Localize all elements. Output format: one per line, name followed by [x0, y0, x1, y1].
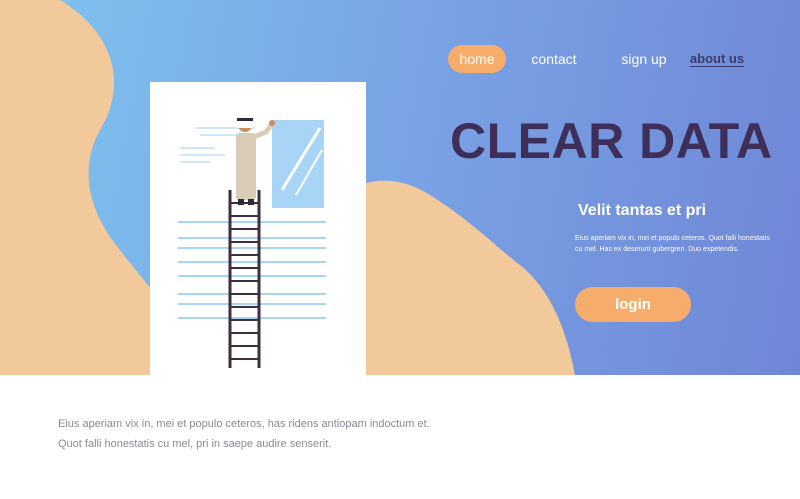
page-title: CLEAR DATA — [450, 113, 773, 169]
nav-contact-link[interactable]: contact — [520, 45, 588, 73]
footer-line-2: Quot falli honestatis cu mel, pri in sae… — [58, 438, 332, 450]
page-subtitle: Velit tantas et pri — [578, 202, 707, 219]
login-button[interactable]: login — [575, 287, 691, 322]
nav-signup-link[interactable]: sign up — [610, 45, 678, 73]
hero-section: home contact sign up about us CLEAR DATA… — [0, 0, 800, 375]
footer-line-1: Eius aperiam vix in, mei et populo ceter… — [58, 418, 430, 430]
hero-description: Eius aperiam vix in, mei et populo ceter… — [575, 235, 770, 253]
footer-text: Eius aperiam vix in, mei et populo ceter… — [58, 414, 578, 454]
nav-home-link[interactable]: home — [448, 45, 506, 73]
nav-about-link[interactable]: about us — [688, 45, 746, 73]
